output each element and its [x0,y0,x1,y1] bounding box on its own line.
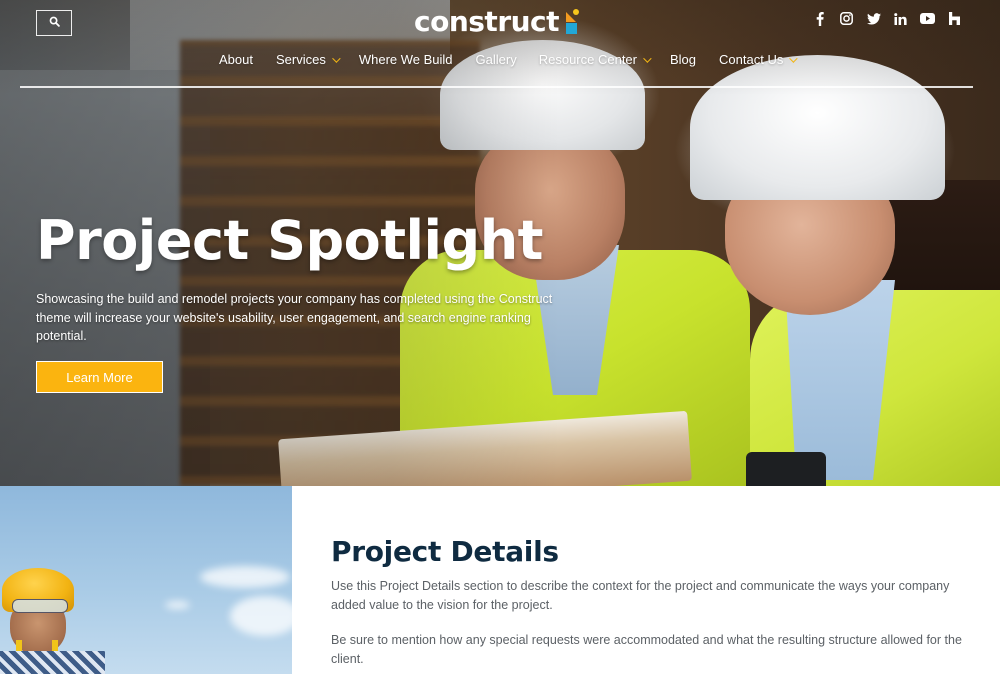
logo-mark-icon [565,9,580,35]
hero-title: Project Spotlight [36,209,543,272]
search-button[interactable] [36,10,72,36]
nav-item-gallery[interactable]: Gallery [476,52,517,67]
worker-goggles [12,599,68,613]
linkedin-icon[interactable] [893,11,908,26]
houzz-icon[interactable] [947,11,962,26]
nav-item-resource-center[interactable]: Resource Center [538,52,652,67]
nav-item-contact-us[interactable]: Contact Us [719,52,799,67]
project-details-paragraph: Be sure to mention how any special reque… [331,633,962,666]
hero-photo-phone [746,452,826,486]
nav-item-label: About [219,52,253,67]
learn-more-button[interactable]: Learn More [36,361,163,393]
worker-shirt [0,651,105,674]
main-nav: About Services Where We Build Gallery Re… [219,52,799,67]
project-details-title: Project Details [331,535,559,568]
nav-item-services[interactable]: Services [275,52,341,67]
nav-item-about[interactable]: About [219,52,253,67]
nav-item-label: Gallery [475,52,517,67]
nav-item-label: Services [275,52,326,67]
site-logo[interactable]: construct [414,4,580,40]
nav-item-label: Blog [670,52,697,67]
project-details-paragraph: Use this Project Details section to desc… [331,579,950,612]
nav-divider [20,86,973,88]
nav-item-label: Contact Us [719,52,784,67]
nav-item-label: Where We Build [358,52,453,67]
nav-item-label: Resource Center [538,52,637,67]
social-links [812,11,962,26]
search-icon [49,14,60,32]
nav-item-where-we-build[interactable]: Where We Build [359,52,453,67]
instagram-icon[interactable] [839,11,854,26]
worker-photo [0,486,292,674]
chevron-down-icon [643,53,652,63]
nav-item-blog[interactable]: Blog [670,52,696,67]
twitter-icon[interactable] [866,11,881,26]
facebook-icon[interactable] [812,11,827,26]
chevron-down-icon [332,53,341,63]
youtube-icon[interactable] [920,11,935,26]
hero-description: Showcasing the build and remodel project… [36,292,553,343]
logo-text: construct [414,5,560,38]
